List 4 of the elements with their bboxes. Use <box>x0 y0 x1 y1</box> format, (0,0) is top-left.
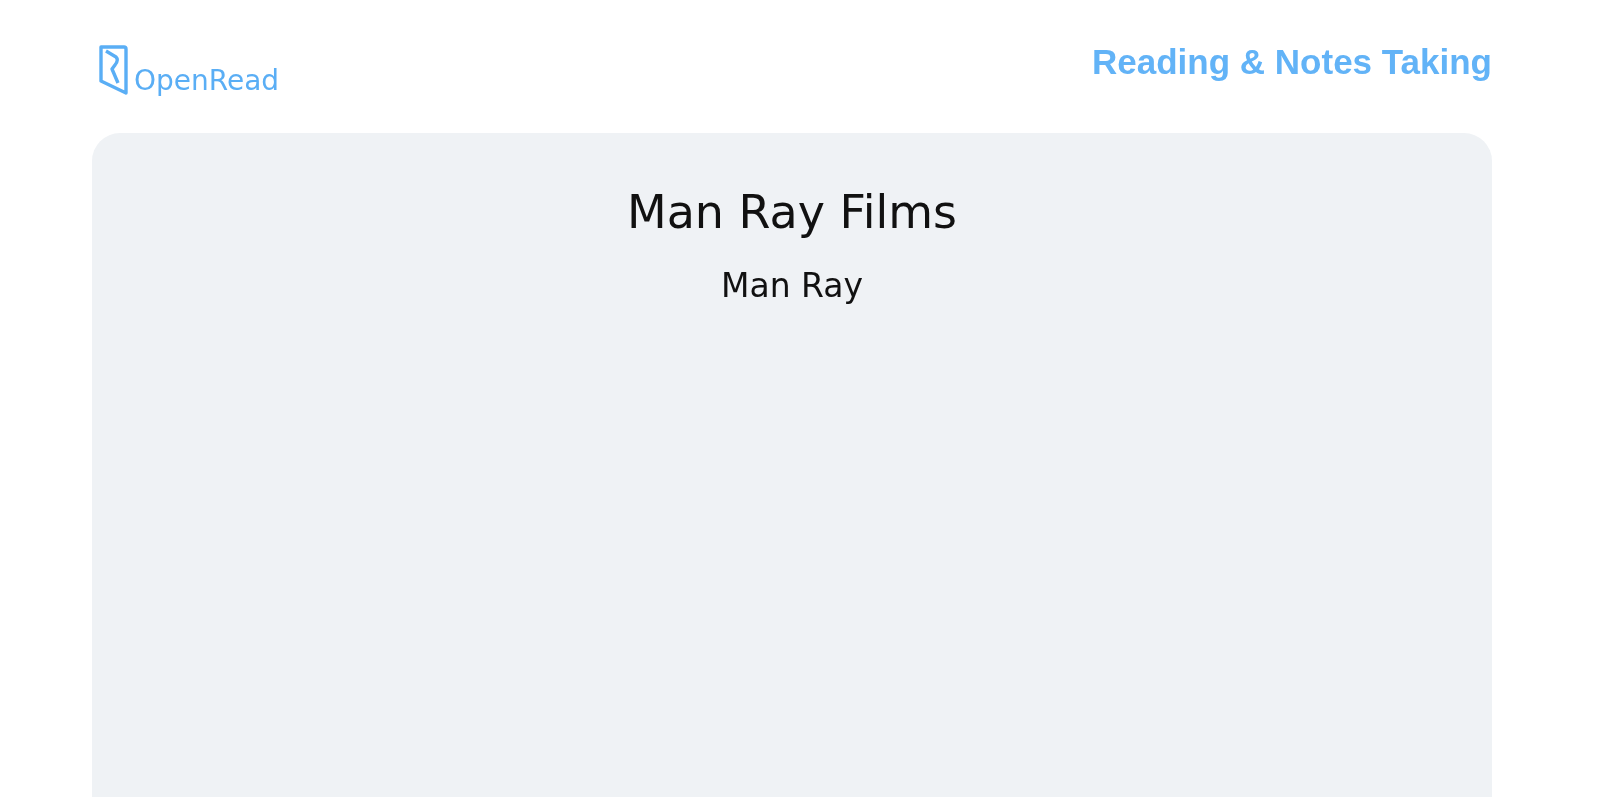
tagline: Reading & Notes Taking <box>1092 41 1492 82</box>
book-title: Man Ray Films <box>626 185 958 241</box>
book-author: Man Ray <box>720 266 864 306</box>
logo-text: OpenRead <box>134 66 280 95</box>
